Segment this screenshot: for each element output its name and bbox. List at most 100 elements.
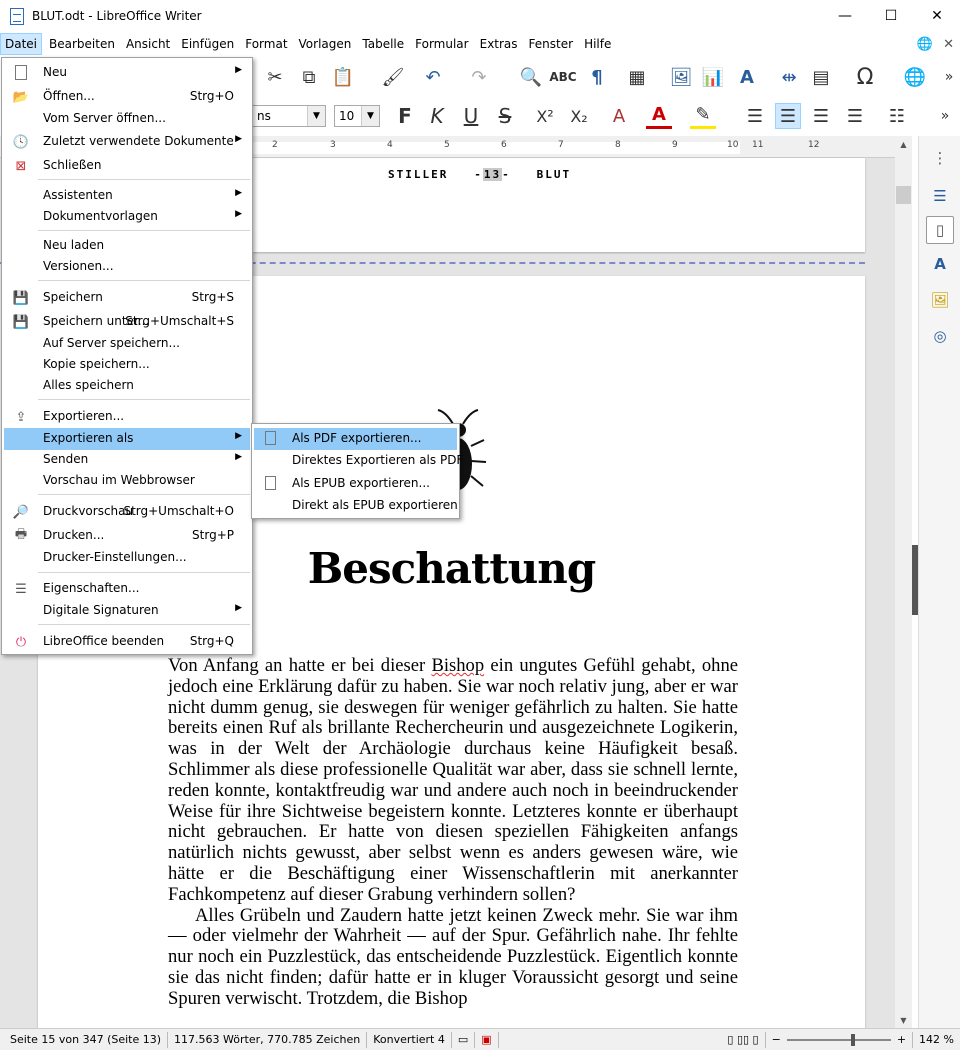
menu-item-oeffnen[interactable]: 📂 Öffnen... Strg+O	[4, 86, 250, 108]
document-modified-icon[interactable]: ▣	[475, 1031, 499, 1048]
menu-item-direkt-pdf[interactable]: Direktes Exportieren als PDF	[254, 450, 463, 472]
menu-item-direkt-epub[interactable]: Direkt als EPUB exportieren	[254, 495, 458, 517]
page-status[interactable]: Seite 15 von 347 (Seite 13)	[0, 1031, 169, 1048]
spelling-icon[interactable]: ABC	[549, 64, 576, 90]
menu-ansicht[interactable]: Ansicht	[122, 33, 174, 55]
vertical-scrollbar[interactable]: ▲ ▼	[895, 136, 912, 1028]
text-box-icon[interactable]: A	[734, 64, 760, 90]
view-layout-icons[interactable]: ▯ ▯▯ ▯	[721, 1031, 766, 1048]
zoom-level[interactable]: 142 %	[912, 1031, 960, 1048]
formatting-marks-icon[interactable]: ¶	[584, 64, 610, 90]
align-center-icon[interactable]: ☰	[775, 103, 801, 129]
globe-icon[interactable]: 🌐	[917, 37, 933, 52]
hyperlink-icon[interactable]: 🌐	[902, 64, 928, 90]
zoom-slider[interactable]	[786, 1033, 891, 1046]
menu-item-beenden[interactable]: ⏻ LibreOffice beenden Strg+Q	[4, 631, 250, 653]
menu-fenster[interactable]: Fenster	[525, 33, 578, 55]
styles-panel-icon[interactable]: A	[926, 250, 954, 278]
zoom-in-icon[interactable]: +	[891, 1033, 912, 1046]
properties-panel-icon[interactable]: ☰	[926, 182, 954, 210]
font-color-icon[interactable]: A	[646, 103, 672, 129]
special-character-icon[interactable]: Ω	[852, 64, 878, 90]
table-icon[interactable]: ▦	[624, 64, 650, 90]
menu-item-eigenschaften[interactable]: ☰ Eigenschaften...	[4, 578, 250, 600]
copy-icon[interactable]: ⧉	[296, 64, 322, 90]
highlight-icon[interactable]: ✎	[690, 103, 716, 129]
menu-item-kopie-speichern[interactable]: Kopie speichern...	[4, 354, 250, 376]
menu-item-webbrowser-vorschau[interactable]: Vorschau im Webbrowser	[4, 470, 250, 492]
clear-formatting-icon[interactable]: A	[606, 103, 632, 129]
font-name-field[interactable]: ns ▼	[252, 105, 326, 127]
menu-hilfe[interactable]: Hilfe	[580, 33, 615, 55]
chevron-down-icon[interactable]: ▼	[307, 106, 325, 126]
menu-item-speichern-unter[interactable]: 💾 Speichern unter... Strg+Umschalt+S	[4, 311, 250, 333]
menu-tabelle[interactable]: Tabelle	[358, 33, 408, 55]
zoom-out-icon[interactable]: −	[766, 1033, 787, 1046]
justify-icon[interactable]: ☰	[842, 103, 868, 129]
word-count-status[interactable]: 117.563 Wörter, 770.785 Zeichen	[168, 1031, 368, 1048]
menu-item-neu[interactable]: Neu ▶	[4, 62, 250, 84]
menu-vorlagen[interactable]: Vorlagen	[295, 33, 356, 55]
insert-mode-icon[interactable]: ▭	[452, 1031, 476, 1048]
menu-item-speichern[interactable]: 💾 Speichern Strg+S	[4, 287, 250, 309]
find-replace-icon[interactable]: 🔍	[518, 64, 544, 90]
chevron-down-icon[interactable]: ▼	[361, 106, 379, 126]
image-icon[interactable]: 🖼	[668, 64, 694, 90]
menu-item-versionen[interactable]: Versionen...	[4, 256, 250, 278]
close-button[interactable]: ✕	[914, 0, 960, 32]
menu-item-drucker-einstellungen[interactable]: Drucker-Einstellungen...	[4, 547, 250, 569]
maximize-button[interactable]: ☐	[868, 0, 914, 32]
clone-formatting-icon[interactable]: 🖌	[380, 64, 406, 90]
menu-item-drucken[interactable]: 🖶 Drucken... Strg+P	[4, 525, 250, 547]
page-break-icon[interactable]: ⇹	[776, 64, 802, 90]
italic-icon[interactable]: K	[424, 103, 450, 129]
field-icon[interactable]: ▤	[808, 64, 834, 90]
menu-item-dokumentvorlagen[interactable]: Dokumentvorlagen ▶	[4, 206, 250, 228]
minimize-button[interactable]: —	[822, 0, 868, 32]
body-text[interactable]: Von Anfang an hatte er bei dieser Bishop…	[168, 655, 738, 1010]
chart-icon[interactable]: 📊	[700, 64, 726, 90]
menu-formular[interactable]: Formular	[411, 33, 472, 55]
menu-bearbeiten[interactable]: Bearbeiten	[45, 33, 119, 55]
menu-format[interactable]: Format	[241, 33, 291, 55]
list-icon[interactable]: ☷	[884, 103, 910, 129]
menu-item-druckvorschau[interactable]: 🔎 Druckvorschau Strg+Umschalt+O	[4, 501, 250, 523]
superscript-icon[interactable]: X²	[532, 103, 558, 129]
menu-item-als-pdf[interactable]: Als PDF exportieren...	[254, 428, 457, 450]
close-document-icon[interactable]: ✕	[943, 37, 954, 52]
scroll-up-icon[interactable]: ▲	[895, 136, 912, 152]
align-left-icon[interactable]: ☰	[742, 103, 768, 129]
menu-item-neu-laden[interactable]: Neu laden	[4, 235, 250, 257]
menu-item-als-epub[interactable]: Als EPUB exportieren...	[254, 473, 457, 495]
menu-item-exportieren-als[interactable]: Exportieren als ▶	[4, 428, 250, 450]
strikethrough-icon[interactable]: S	[492, 103, 518, 129]
subscript-icon[interactable]: X₂	[566, 103, 592, 129]
sidebar-menu-icon[interactable]: ⋮	[926, 144, 954, 172]
redo-icon[interactable]: ↷	[466, 64, 492, 90]
menu-einfuegen[interactable]: Einfügen	[177, 33, 238, 55]
underline-icon[interactable]: U	[458, 103, 484, 129]
page-panel-icon[interactable]: ▯	[926, 216, 954, 244]
menu-item-schliessen[interactable]: ⊠ Schließen	[4, 155, 250, 177]
menu-item-vom-server-oeffnen[interactable]: Vom Server öffnen...	[4, 108, 250, 130]
more-formatting-icon[interactable]: »	[932, 103, 958, 129]
font-size-field[interactable]: 10 ▼	[334, 105, 380, 127]
undo-icon[interactable]: ↶	[420, 64, 446, 90]
menu-extras[interactable]: Extras	[476, 33, 522, 55]
menu-item-alles-speichern[interactable]: Alles speichern	[4, 375, 250, 397]
cut-icon[interactable]: ✂	[262, 64, 288, 90]
menu-item-senden[interactable]: Senden ▶	[4, 449, 250, 471]
gallery-panel-icon[interactable]: 🖼	[926, 286, 954, 314]
menu-item-assistenten[interactable]: Assistenten ▶	[4, 185, 250, 207]
paste-icon[interactable]: 📋	[330, 64, 356, 90]
navigator-panel-icon[interactable]: ◎	[926, 322, 954, 350]
more-toolbar-icon[interactable]: »	[936, 64, 960, 90]
menu-item-zuletzt[interactable]: 🕓 Zuletzt verwendete Dokumente ▶	[4, 131, 250, 153]
bold-icon[interactable]: F	[392, 103, 418, 129]
menu-item-auf-server-speichern[interactable]: Auf Server speichern...	[4, 333, 250, 355]
menu-item-digitale-signaturen[interactable]: Digitale Signaturen ▶	[4, 600, 250, 622]
menu-datei[interactable]: Datei	[0, 33, 43, 55]
scroll-down-icon[interactable]: ▼	[895, 1012, 912, 1028]
scroll-thumb[interactable]	[896, 186, 911, 204]
spelling-error[interactable]: Bishop	[431, 655, 484, 676]
